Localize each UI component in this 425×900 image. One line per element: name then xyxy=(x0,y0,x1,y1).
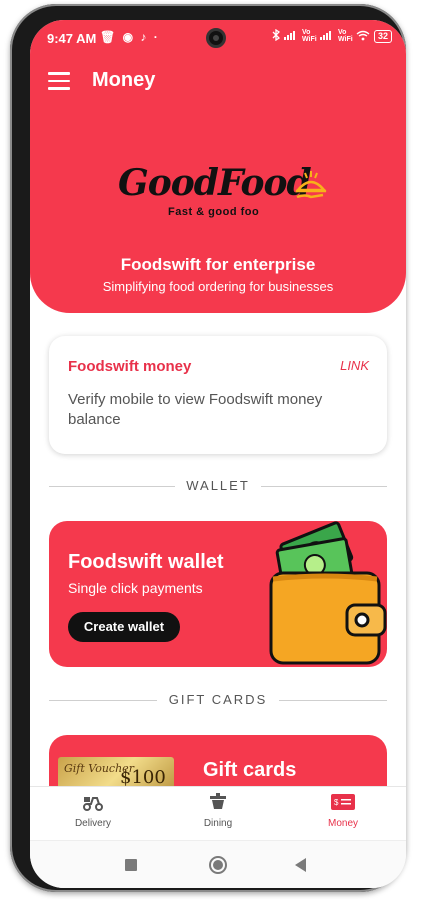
bluetooth-icon xyxy=(272,28,281,43)
wallet-card-subtitle: Single click payments xyxy=(68,580,203,596)
money-card-description: Verify mobile to view Foodswift money ba… xyxy=(68,391,323,428)
money-icon: $ xyxy=(331,794,355,810)
vowifi-label-1: Vo WiFi xyxy=(301,29,317,43)
nav-dining-label: Dining xyxy=(203,818,233,829)
scooter-icon xyxy=(83,797,103,811)
wallet-section-header: WALLET xyxy=(49,478,387,494)
gift-cards-title: Gift cards xyxy=(203,759,297,781)
system-navigation-bar xyxy=(30,840,406,888)
vowifi-label-2: Vo WiFi xyxy=(337,29,353,43)
battery-indicator: 32 xyxy=(373,29,392,43)
hamburger-icon[interactable] xyxy=(48,72,70,90)
money-card-title: Foodswift money xyxy=(68,358,192,375)
svg-text:$: $ xyxy=(334,798,339,807)
recents-icon[interactable] xyxy=(125,859,137,871)
hero-banner: GoodFood Fast & good foo Foodswift for e… xyxy=(30,108,406,313)
signal-icon xyxy=(283,30,298,42)
food-tray-icon xyxy=(295,171,327,199)
nav-delivery[interactable]: Delivery xyxy=(53,793,133,829)
app-screen: 9:47 AM 🗑 ◉ ♪ · Vo WiFi Vo WiFi 32 Money… xyxy=(30,20,406,888)
voucher-amount: $100 xyxy=(120,767,166,788)
divider-line xyxy=(279,700,387,701)
wallet-card-title: Foodswift wallet xyxy=(68,551,224,573)
logo-text: GoodFood xyxy=(118,162,312,204)
signal-icon-2 xyxy=(319,30,334,42)
link-button[interactable]: LINK xyxy=(340,358,369,373)
foodswift-wallet-card: Foodswift wallet Single click payments C… xyxy=(49,521,387,667)
status-bar: 9:47 AM 🗑 ◉ ♪ · Vo WiFi Vo WiFi 32 xyxy=(30,20,406,56)
logo-tagline: Fast & good foo xyxy=(168,206,260,218)
status-time: 9:47 AM xyxy=(47,31,97,46)
divider-line xyxy=(261,486,387,487)
nav-money[interactable]: $ Money xyxy=(303,793,383,829)
wallet-illustration-icon xyxy=(269,521,387,665)
camera-cutout xyxy=(206,28,226,48)
nav-money-label: Money xyxy=(327,818,358,829)
dining-icon xyxy=(210,793,226,809)
enterprise-title: Foodswift for enterprise xyxy=(120,255,316,274)
create-wallet-button[interactable]: Create wallet xyxy=(68,612,180,642)
app-bar: Money xyxy=(30,56,406,108)
status-right-icons: Vo WiFi Vo WiFi 32 xyxy=(272,28,392,43)
nav-delivery-label: Delivery xyxy=(74,818,112,829)
wifi-icon xyxy=(356,30,370,43)
foodswift-money-card[interactable]: Foodswift money LINK Verify mobile to vi… xyxy=(49,336,387,454)
home-icon[interactable] xyxy=(209,856,227,874)
nav-dining[interactable]: Dining xyxy=(178,793,258,829)
gift-cards-section-header: GIFT CARDS xyxy=(49,692,387,708)
bottom-navigation: Delivery Dining $ Money xyxy=(30,786,406,840)
enterprise-subtitle: Simplifying food ordering for businesses xyxy=(102,279,334,294)
phone-frame: 9:47 AM 🗑 ◉ ♪ · Vo WiFi Vo WiFi 32 Money… xyxy=(10,4,406,892)
back-icon[interactable] xyxy=(295,858,306,872)
goodfood-logo: GoodFood Fast & good foo xyxy=(118,162,338,232)
notification-icons: 🗑 ◉ ♪ · xyxy=(100,30,160,44)
page-title: Money xyxy=(92,69,156,91)
